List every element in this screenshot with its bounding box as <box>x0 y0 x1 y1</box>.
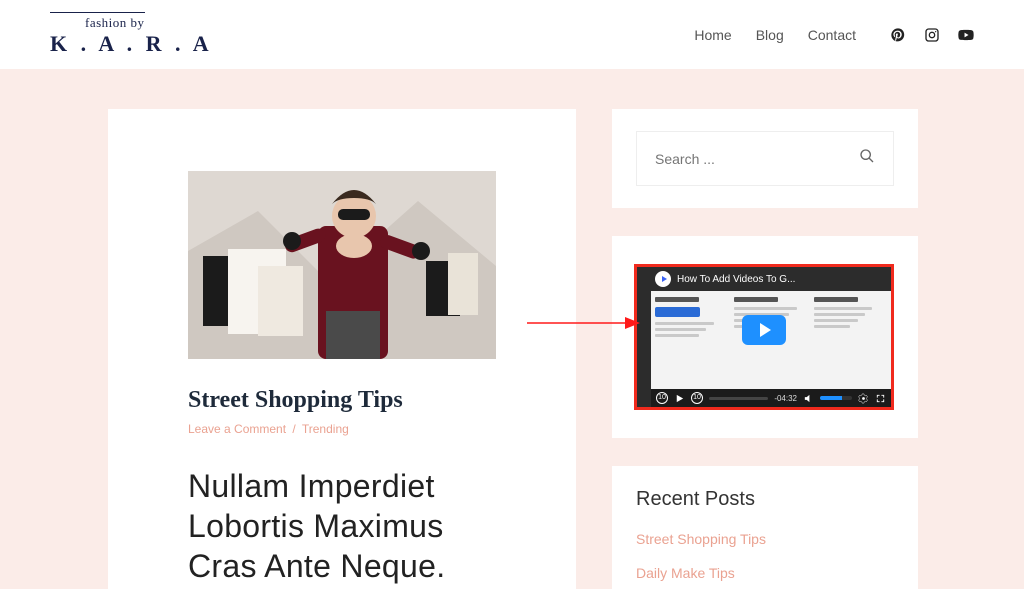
post-title[interactable]: Street Shopping Tips <box>188 387 496 414</box>
mute-button[interactable] <box>803 393 814 404</box>
sidebar: How To Add Videos To G... 10 10 -04:32 <box>612 109 918 589</box>
nav-blog[interactable]: Blog <box>756 27 784 43</box>
page-body: Street Shopping Tips Leave a Comment / T… <box>0 69 1024 589</box>
recent-post-link[interactable]: Street Shopping Tips <box>636 531 766 547</box>
site-header: fashion by K . A . R . A Home Blog Conta… <box>0 0 1024 69</box>
video-player[interactable]: How To Add Videos To G... 10 10 -04:32 <box>634 264 894 410</box>
settings-button[interactable] <box>858 393 869 404</box>
primary-nav: Home Blog Contact <box>694 27 974 43</box>
video-time-remaining: -04:32 <box>774 394 797 403</box>
social-links <box>890 27 974 43</box>
leave-comment-link[interactable]: Leave a Comment <box>188 422 286 436</box>
forward-10-button[interactable]: 10 <box>691 392 703 404</box>
search-button[interactable] <box>859 148 875 169</box>
video-embed-sidebar <box>637 267 651 407</box>
youtube-icon[interactable] <box>958 27 974 43</box>
play-button[interactable] <box>742 315 786 345</box>
post-meta: Leave a Comment / Trending <box>188 422 496 436</box>
post-excerpt: Nullam Imperdiet Lobortis Maximus Cras A… <box>188 466 496 586</box>
meta-separator: / <box>292 422 295 436</box>
recent-post-link[interactable]: Daily Make Tips <box>636 565 735 581</box>
recent-posts-list: Street Shopping Tips Daily Make Tips Sum… <box>636 531 894 589</box>
instagram-icon[interactable] <box>924 27 940 43</box>
nav-contact[interactable]: Contact <box>808 27 856 43</box>
list-item: Daily Make Tips <box>636 565 894 583</box>
logo-text: K . A . R . A <box>50 31 213 57</box>
play-pause-button[interactable] <box>674 393 685 404</box>
volume-slider[interactable] <box>820 396 852 400</box>
nav-home[interactable]: Home <box>694 27 731 43</box>
video-controls: 10 10 -04:32 <box>651 389 891 407</box>
post-featured-image[interactable] <box>188 171 496 359</box>
video-progress-bar[interactable] <box>709 397 768 400</box>
search-widget <box>612 109 918 208</box>
post-card: Street Shopping Tips Leave a Comment / T… <box>108 109 576 589</box>
search-icon <box>859 148 875 164</box>
pinterest-icon[interactable] <box>890 27 906 43</box>
fullscreen-button[interactable] <box>875 393 886 404</box>
rewind-10-button[interactable]: 10 <box>656 392 668 404</box>
search-input[interactable] <box>655 151 855 167</box>
presto-logo-icon <box>655 271 671 287</box>
recent-posts-widget: Recent Posts Street Shopping Tips Daily … <box>612 466 918 589</box>
list-item: Street Shopping Tips <box>636 531 894 549</box>
widget-title: Recent Posts <box>636 488 894 511</box>
video-title: How To Add Videos To G... <box>677 274 795 285</box>
video-widget: How To Add Videos To G... 10 10 -04:32 <box>612 236 918 438</box>
logo-tagline: fashion by <box>50 12 145 31</box>
video-titlebar: How To Add Videos To G... <box>651 267 891 291</box>
site-logo[interactable]: fashion by K . A . R . A <box>50 12 213 57</box>
post-category-link[interactable]: Trending <box>302 422 349 436</box>
